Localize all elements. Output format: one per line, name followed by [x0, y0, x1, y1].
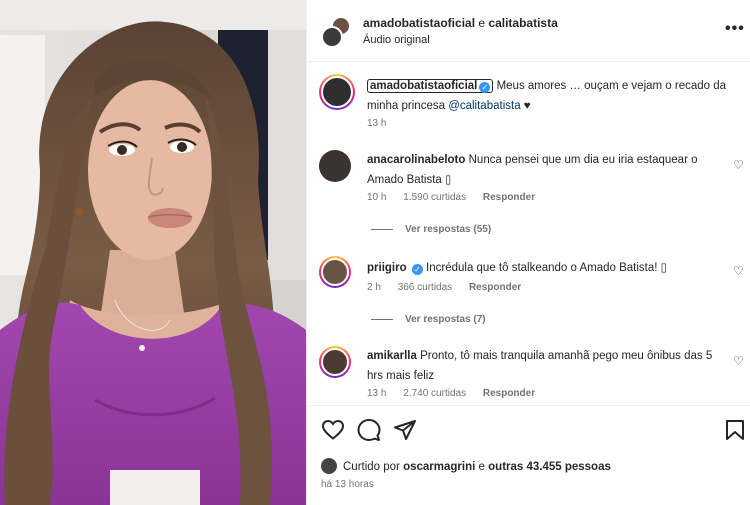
comment-time[interactable]: 13 h: [367, 388, 386, 399]
post-header: amadobatistaoficial e calitabatista Áudi…: [307, 0, 750, 62]
comment-time[interactable]: 10 h: [367, 192, 386, 203]
comment-avatar[interactable]: [319, 346, 351, 378]
post-details-panel: amadobatistaoficial e calitabatista Áudi…: [306, 0, 750, 505]
comment-text: amikarlla Pronto, tô mais tranquila aman…: [367, 346, 727, 386]
comment-time[interactable]: 2 h: [367, 282, 381, 293]
author-link-1[interactable]: amadobatistaoficial: [363, 16, 475, 30]
post-photo: [0, 0, 306, 505]
liker-avatar: [321, 458, 337, 474]
like-comment-heart-icon[interactable]: ♡: [733, 354, 744, 368]
comment-text: anacarolinabeloto Nunca pensei que um di…: [367, 150, 727, 190]
audio-label[interactable]: Áudio original: [363, 34, 430, 46]
comment-likes[interactable]: 1.590 curtidas: [403, 192, 466, 203]
author-joiner: e: [478, 16, 486, 30]
author-link-2[interactable]: calitabatista: [488, 16, 557, 30]
replies-divider: [371, 228, 393, 230]
instagram-post-window: amadobatistaoficial e calitabatista Áudi…: [0, 0, 750, 505]
comment-avatar[interactable]: [319, 150, 351, 182]
verified-badge-icon: ✓: [411, 264, 423, 275]
verified-badge-icon: ✓: [479, 82, 491, 93]
comment-meta: 13 h 2.740 curtidas Responder: [367, 388, 549, 399]
collab-avatars[interactable]: [321, 16, 351, 48]
reply-button[interactable]: Responder: [469, 282, 521, 293]
view-replies-button[interactable]: Ver respostas (7): [371, 314, 486, 325]
share-send-icon[interactable]: [393, 418, 417, 442]
post-timestamp[interactable]: há 13 horas: [321, 479, 374, 490]
save-bookmark-icon[interactable]: [723, 418, 747, 442]
caption-avatar[interactable]: [319, 74, 355, 110]
caption-heart: ♥: [523, 100, 531, 112]
like-comment-heart-icon[interactable]: ♡: [733, 264, 744, 278]
more-options-icon[interactable]: •••: [725, 20, 745, 38]
view-replies-button[interactable]: Ver respostas (55): [371, 224, 491, 235]
comment-username[interactable]: anacarolinabeloto: [367, 154, 465, 166]
comment-likes[interactable]: 2.740 curtidas: [403, 388, 466, 399]
post-authors: amadobatistaoficial e calitabatista: [363, 16, 558, 30]
comment-avatar[interactable]: [319, 256, 351, 288]
caption-time[interactable]: 13 h: [367, 118, 386, 129]
likes-count[interactable]: outras 43.455 pessoas: [488, 461, 611, 473]
comment-text: priigiro ✓ Incrédula que tô stalkeando o…: [367, 258, 727, 278]
reply-button[interactable]: Responder: [483, 192, 535, 203]
caption-mention-link[interactable]: @calitabatista: [448, 100, 520, 112]
like-heart-icon[interactable]: [321, 418, 345, 442]
comment-body: Incrédula que tô stalkeando o Amado Bati…: [426, 262, 667, 274]
like-comment-heart-icon[interactable]: ♡: [733, 158, 744, 172]
post-media[interactable]: [0, 0, 306, 505]
avatar-amadobatistaoficial: [321, 26, 343, 48]
comment-username[interactable]: amikarlla: [367, 350, 417, 362]
post-actions: Curtido por oscarmagrini e outras 43.455…: [307, 405, 750, 505]
liker-username[interactable]: oscarmagrini: [403, 461, 475, 473]
replies-divider: [371, 318, 393, 320]
caption-text: amadobatistaoficial ✓ Meus amores … ouçam…: [367, 76, 743, 116]
comment-body: Pronto, tô mais tranquila amanhã pego me…: [367, 350, 713, 382]
comment-username[interactable]: priigiro: [367, 262, 407, 274]
comment-likes[interactable]: 366 curtidas: [398, 282, 452, 293]
comment-meta: 10 h 1.590 curtidas Responder: [367, 192, 549, 203]
comment-bubble-icon[interactable]: [357, 418, 381, 442]
liked-by-summary[interactable]: Curtido por oscarmagrini e outras 43.455…: [321, 458, 611, 474]
reply-button[interactable]: Responder: [483, 388, 535, 399]
caption-username[interactable]: amadobatistaoficial ✓: [367, 79, 494, 93]
comment-meta: 2 h 366 curtidas Responder: [367, 282, 535, 293]
